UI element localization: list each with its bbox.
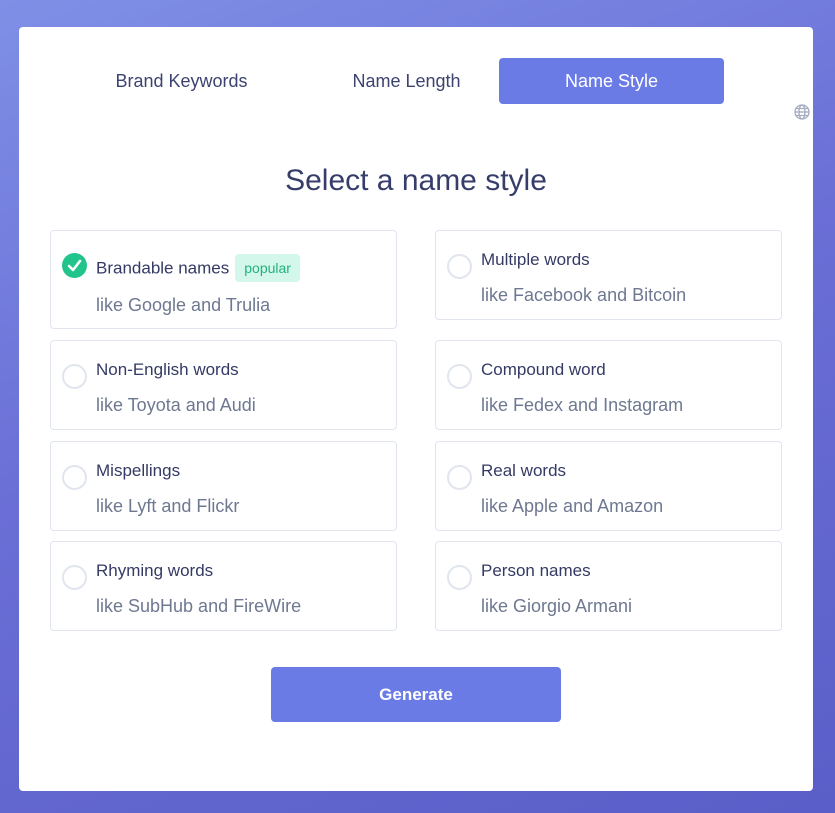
radio-button[interactable]: [447, 465, 472, 490]
option-subtitle: like Apple and Amazon: [481, 496, 664, 516]
radio-button[interactable]: [447, 364, 472, 389]
option-title: Person names: [481, 561, 591, 580]
radio-button[interactable]: [447, 254, 472, 279]
option-title: Multiple words: [481, 250, 590, 269]
generate-button[interactable]: Generate: [271, 667, 561, 722]
tab-name-length[interactable]: Name Length: [294, 58, 519, 104]
option-non-english-words[interactable]: Non-English words like Toyota and Audi: [50, 340, 397, 430]
name-generator-card: Brand Keywords Name Length Name Style Se…: [19, 27, 813, 791]
radio-button[interactable]: [62, 565, 87, 590]
option-subtitle: like SubHub and FireWire: [96, 596, 302, 616]
globe-icon[interactable]: [793, 103, 811, 121]
option-subtitle: like Fedex and Instagram: [481, 395, 684, 415]
check-circle-icon[interactable]: [62, 253, 87, 278]
option-person-names[interactable]: Person names like Giorgio Armani: [435, 541, 782, 631]
option-title: Mispellings: [96, 461, 181, 480]
option-subtitle: like Google and Trulia: [96, 295, 271, 315]
option-title: Real words: [481, 461, 567, 480]
option-title: Brandable names popular: [96, 254, 300, 283]
option-title: Compound word: [481, 360, 606, 379]
radio-button[interactable]: [62, 465, 87, 490]
tab-name-style[interactable]: Name Style: [499, 58, 724, 104]
option-mispellings[interactable]: Mispellings like Lyft and Flickr: [50, 441, 397, 531]
step-tabs: Brand Keywords Name Length Name Style: [69, 58, 810, 120]
option-subtitle: like Toyota and Audi: [96, 395, 256, 415]
option-title: Rhyming words: [96, 561, 214, 580]
option-subtitle: like Lyft and Flickr: [96, 496, 240, 516]
option-brandable-names[interactable]: Brandable names popular like Google and T…: [50, 230, 397, 329]
option-multiple-words[interactable]: Multiple words like Facebook and Bitcoin: [435, 230, 782, 320]
radio-button[interactable]: [62, 364, 87, 389]
tab-brand-keywords[interactable]: Brand Keywords: [69, 58, 294, 104]
option-subtitle: like Giorgio Armani: [481, 596, 633, 616]
option-compound-word[interactable]: Compound word like Fedex and Instagram: [435, 340, 782, 430]
radio-button[interactable]: [447, 565, 472, 590]
page-title: Select a name style: [285, 164, 547, 197]
option-rhyming-words[interactable]: Rhyming words like SubHub and FireWire: [50, 541, 397, 631]
option-subtitle: like Facebook and Bitcoin: [481, 285, 687, 305]
option-real-words[interactable]: Real words like Apple and Amazon: [435, 441, 782, 531]
popular-badge: popular: [235, 254, 300, 282]
option-title: Non-English words: [96, 360, 239, 379]
